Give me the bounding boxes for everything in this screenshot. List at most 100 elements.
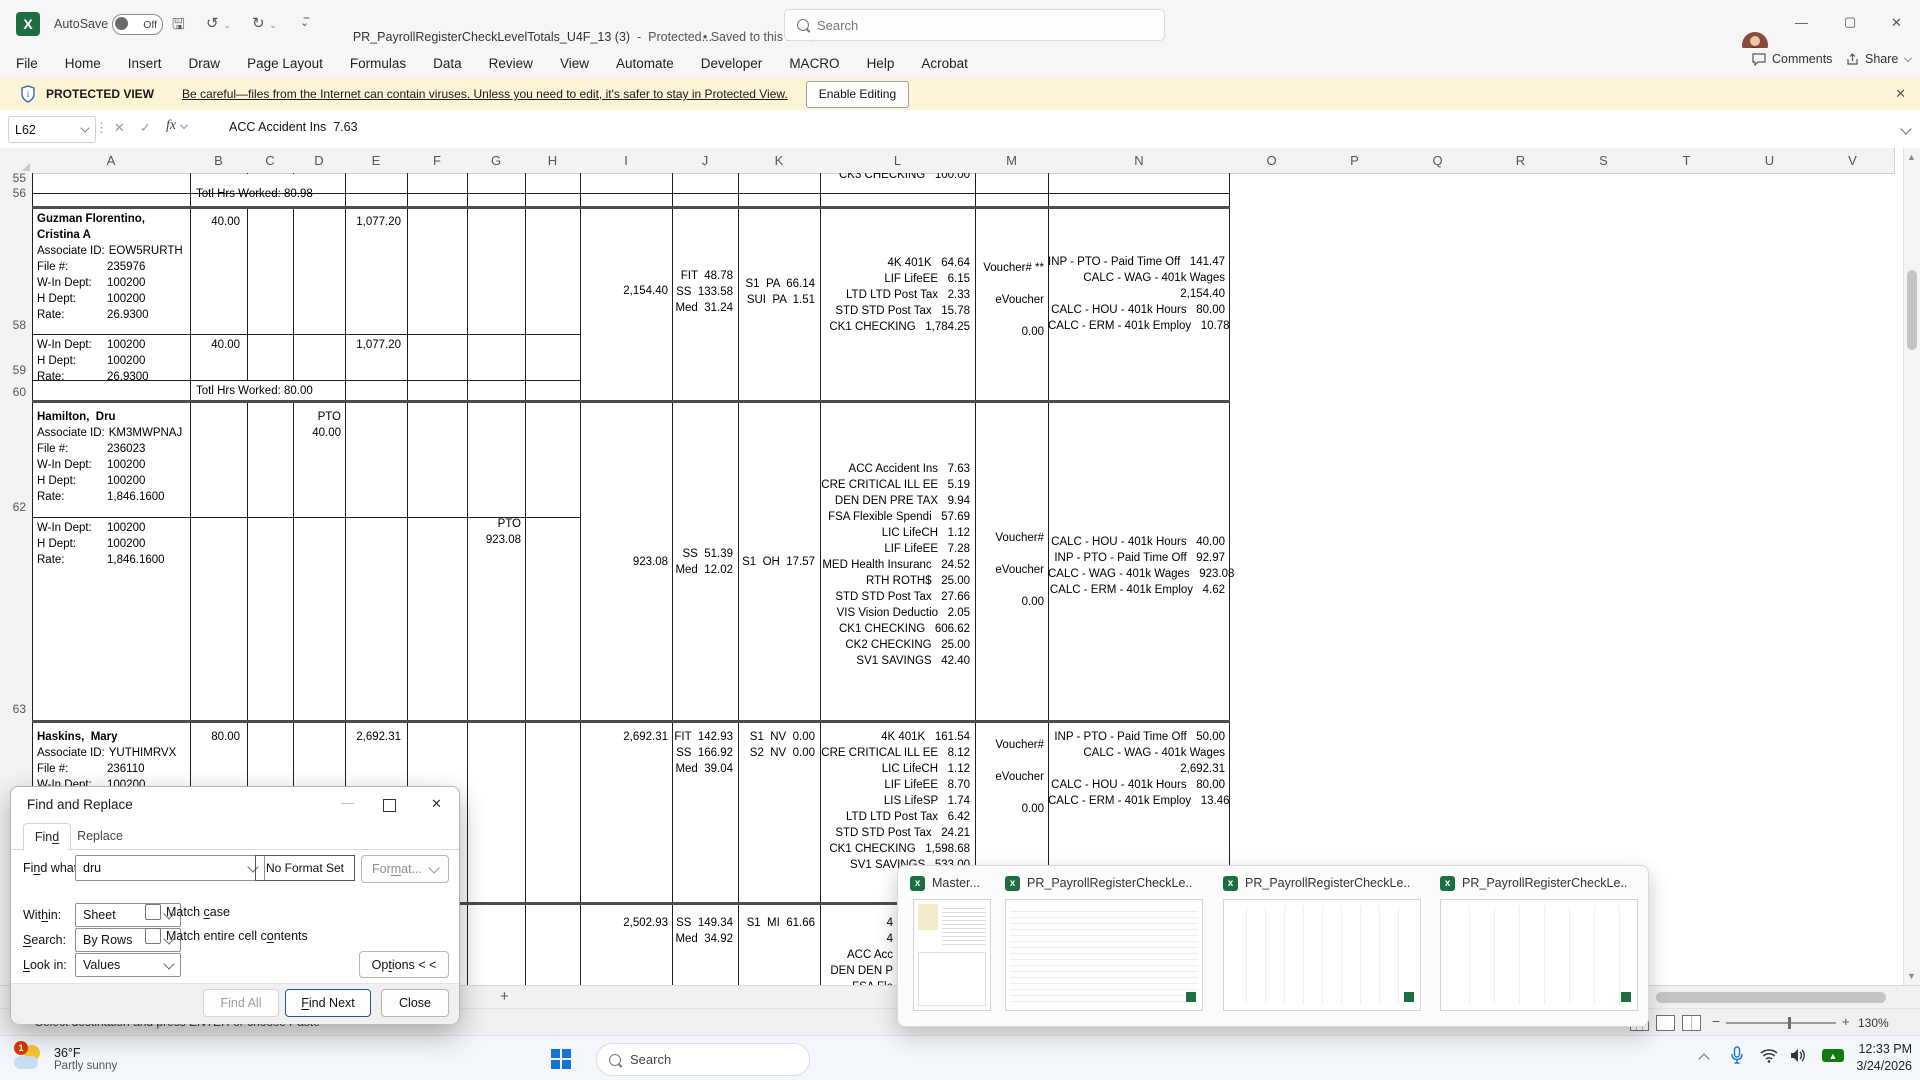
cell-net[interactable]: 2,154.40 xyxy=(580,283,668,299)
row-header-56[interactable]: 56 xyxy=(0,186,26,200)
dialog-maximize-icon[interactable] xyxy=(383,799,396,812)
row-header-63[interactable]: 63 xyxy=(0,702,26,716)
cell-total-hours-60[interactable]: Totl Hrs Worked: 80.00 xyxy=(196,383,313,399)
cell-pto-amount[interactable]: 923.08 xyxy=(467,532,521,548)
column-header-T[interactable]: T xyxy=(1645,148,1729,174)
employee-subinfo[interactable]: W-In Dept:100200H Dept:100200Rate:26.930… xyxy=(37,337,149,385)
redo-icon[interactable]: ↻ ⌄ xyxy=(252,14,277,32)
row-header-59[interactable]: 59 xyxy=(0,363,26,377)
confirm-entry-icon[interactable]: ✓ xyxy=(140,120,151,136)
scroll-down-icon[interactable]: ▼ xyxy=(1907,971,1916,981)
weather-widget[interactable]: 1 36°F Partly sunny xyxy=(12,1040,212,1078)
cell-voucher[interactable]: Voucher#eVoucher0.00 xyxy=(975,522,1044,618)
maximize-button[interactable]: ▢ xyxy=(1844,14,1856,30)
column-header-I[interactable]: I xyxy=(580,148,673,174)
search-input[interactable]: Search xyxy=(784,9,1165,41)
preview-thumbnail[interactable] xyxy=(913,899,991,1011)
new-sheet-button[interactable]: + xyxy=(500,988,509,1005)
cell-pto-label[interactable]: PTO xyxy=(467,516,521,532)
taskbar-search[interactable]: Search xyxy=(596,1043,810,1076)
column-header-A[interactable]: A xyxy=(32,148,191,174)
preview-title[interactable]: x PR_PayrollRegisterCheckLe... xyxy=(1223,874,1411,892)
cell-amount[interactable]: 1,077.20 xyxy=(345,337,401,353)
cell-total-hours-56[interactable]: Totl Hrs Worked: 80.98 xyxy=(196,186,313,202)
find-what-input[interactable]: dru xyxy=(75,855,265,881)
minimize-button[interactable]: — xyxy=(1795,15,1808,30)
cell-memos[interactable]: CALC - HOU - 401k Hours 40.00INP - PTO -… xyxy=(1048,534,1225,598)
column-header-E[interactable]: E xyxy=(345,148,408,174)
cell-state-taxes[interactable]: S1 OH 17.57 xyxy=(738,554,815,570)
ribbon-tabs[interactable]: FileHomeInsertDrawPage LayoutFormulasDat… xyxy=(16,48,968,78)
column-header-D[interactable]: D xyxy=(293,148,346,174)
cell-deductions[interactable]: 4K 401K 161.54CRE CRITICAL ILL EE 8.12LI… xyxy=(820,729,970,873)
dismiss-bar-icon[interactable]: ✕ xyxy=(1895,86,1906,102)
page-layout-view-icon[interactable] xyxy=(1656,1015,1675,1031)
cell-fed-taxes[interactable]: FIT 142.93SS 166.92Med 39.04 xyxy=(672,729,733,777)
name-box[interactable]: L62 xyxy=(8,116,96,143)
formula-content[interactable]: ACC Accident Ins 7.63 xyxy=(229,120,358,134)
task-view-icon[interactable] xyxy=(816,1074,846,1080)
wifi-icon[interactable] xyxy=(1760,1048,1778,1068)
clock[interactable]: 12:33 PM 3/24/2026 xyxy=(1856,1041,1912,1075)
tray-expand-icon[interactable] xyxy=(1700,1050,1708,1068)
row-header-55[interactable]: 55 xyxy=(0,171,26,185)
zoom-out-button[interactable]: − xyxy=(1712,1013,1720,1029)
cell-fed-taxes[interactable]: SS 149.34Med 34.92 xyxy=(672,915,733,947)
match-entire-label[interactable]: Match entire cell contents xyxy=(166,929,308,943)
tab-replace[interactable]: Replace xyxy=(71,823,129,849)
cell-state-taxes[interactable]: S1 NV 0.00S2 NV 0.00 xyxy=(738,729,815,761)
cell-deductions-clipped[interactable]: 44ACC AccDEN DEN PFSA Fle xyxy=(820,915,893,985)
cell-net[interactable]: 2,692.31 xyxy=(580,729,668,745)
cell-pto-hours[interactable]: 40.00 xyxy=(293,425,341,441)
cell-pto-label[interactable]: PTO xyxy=(293,409,341,425)
comments-button[interactable]: Comments xyxy=(1752,52,1832,66)
cell-fed-taxes[interactable]: SS 51.39Med 12.02 xyxy=(672,546,733,578)
column-header-O[interactable]: O xyxy=(1230,148,1314,174)
options-button[interactable]: Options < < xyxy=(359,951,449,978)
cell-net[interactable]: 2,502.93 xyxy=(580,915,668,931)
column-header-S[interactable]: S xyxy=(1562,148,1646,174)
close-dialog-button[interactable]: Close xyxy=(381,989,449,1017)
cell-voucher[interactable]: Voucher#eVoucher0.00 xyxy=(975,729,1044,825)
expand-formula-bar-icon[interactable] xyxy=(1902,120,1910,138)
page-break-view-icon[interactable] xyxy=(1682,1015,1701,1031)
speaker-icon[interactable] xyxy=(1790,1048,1807,1068)
cell-hours[interactable]: 80.00 xyxy=(190,729,240,745)
cell-voucher[interactable]: Voucher# **eVoucher0.00 xyxy=(975,252,1044,348)
cancel-entry-icon[interactable]: ✕ xyxy=(114,120,125,136)
vertical-scroll-thumb[interactable] xyxy=(1907,270,1917,350)
cell-fed-taxes[interactable]: FIT 48.78SS 133.58Med 31.24 xyxy=(672,268,733,316)
microphone-icon[interactable] xyxy=(1730,1046,1744,1071)
row-header-62[interactable]: 62 xyxy=(0,500,26,514)
vertical-scrollbar[interactable]: ▲ ▼ xyxy=(1903,148,1920,985)
format-button[interactable]: Format... xyxy=(361,855,449,883)
preview-thumbnail[interactable] xyxy=(1005,899,1203,1011)
cell-partial-row55[interactable]: CK3 CHECKING 100.00 xyxy=(820,173,970,192)
cell-hours[interactable]: 40.00 xyxy=(190,214,240,230)
column-header-R[interactable]: R xyxy=(1479,148,1563,174)
close-button[interactable]: ✕ xyxy=(1891,15,1902,31)
battery-icon[interactable]: ▲ xyxy=(1822,1049,1844,1062)
horizontal-scrollbar[interactable] xyxy=(1640,991,1902,1004)
cell-amount[interactable]: 2,692.31 xyxy=(345,729,401,745)
undo-icon[interactable]: ↺ ⌄ xyxy=(206,14,231,32)
employee-info[interactable]: Associate ID:KM3MWPNAJFile #:236023W-In … xyxy=(37,425,182,505)
protected-view-message[interactable]: Be careful—files from the Internet can c… xyxy=(182,87,788,101)
preview-title[interactable]: x Master... xyxy=(910,874,996,892)
column-header-U[interactable]: U xyxy=(1728,148,1812,174)
cell-amount[interactable]: 1,077.20 xyxy=(345,214,401,230)
employee-name[interactable]: Haskins, Mary xyxy=(37,729,118,745)
start-button[interactable] xyxy=(546,1044,576,1074)
save-icon[interactable]: 🖫 xyxy=(172,14,185,39)
look-in-select[interactable]: Values xyxy=(75,953,181,977)
match-case-checkbox[interactable] xyxy=(145,904,161,920)
cell-hours[interactable]: 40.00 xyxy=(190,337,240,353)
cell-net[interactable]: 923.08 xyxy=(580,554,668,570)
employee-name[interactable]: Hamilton, Dru xyxy=(37,409,116,425)
autosave-toggle[interactable]: Off xyxy=(112,14,163,35)
column-header-V[interactable]: V xyxy=(1811,148,1895,174)
column-header-J[interactable]: J xyxy=(672,148,739,174)
column-header-N[interactable]: N xyxy=(1048,148,1231,174)
zoom-in-button[interactable]: + xyxy=(1842,1014,1850,1029)
fx-icon[interactable]: fx xyxy=(166,118,188,134)
